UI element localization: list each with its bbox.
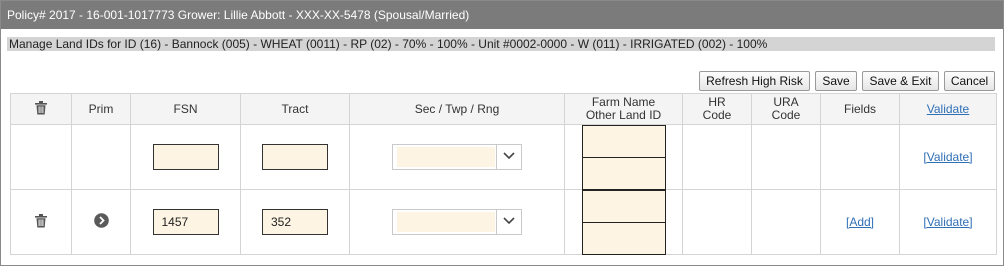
other-land-id-input[interactable] — [582, 157, 666, 190]
save-button[interactable]: Save — [815, 71, 857, 91]
validate-row-link[interactable]: [Validate] — [923, 215, 972, 229]
dropdown-toggle[interactable] — [496, 145, 521, 169]
trash-icon[interactable] — [35, 213, 47, 231]
dialog-title: Policy# 2017 - 16-001-1017773 Grower: Li… — [1, 1, 1003, 29]
table-header-row: Prim FSN Tract Sec / Twp / Rng Farm Name… — [10, 93, 997, 125]
land-id-table: Prim FSN Tract Sec / Twp / Rng Farm Name… — [10, 93, 997, 255]
other-land-id-label: Other Land ID — [585, 108, 662, 122]
table-row: [Add] [Validate] — [10, 189, 997, 255]
hr-code-column-header: HR Code — [682, 93, 752, 125]
other-land-id-input[interactable] — [582, 222, 666, 255]
fields-cell — [820, 124, 900, 190]
prim-cell — [71, 124, 131, 190]
fields-cell: [Add] — [820, 189, 900, 255]
refresh-high-risk-button[interactable]: Refresh High Risk — [699, 71, 810, 91]
trash-icon — [35, 100, 47, 118]
sec-twp-rng-column-header: Sec / Twp / Rng — [349, 93, 565, 125]
farm-name-input[interactable] — [582, 190, 666, 223]
sec-twp-rng-value — [397, 212, 495, 232]
validate-row-link[interactable]: [Validate] — [923, 150, 972, 164]
hr-code-cell — [682, 124, 752, 190]
fsn-cell — [130, 189, 241, 255]
chevron-right-circle-icon[interactable] — [93, 213, 109, 231]
fsn-input[interactable] — [152, 209, 219, 235]
fsn-column-header: FSN — [130, 93, 241, 125]
add-fields-link[interactable]: [Add] — [846, 215, 874, 229]
table-row: [Validate] — [10, 124, 997, 190]
sec-twp-rng-select[interactable] — [392, 209, 522, 235]
manage-land-ids-dialog: Policy# 2017 - 16-001-1017773 Grower: Li… — [0, 0, 1004, 266]
farm-name-column-header: Farm Name Other Land ID — [564, 93, 683, 125]
validate-cell: [Validate] — [899, 189, 997, 255]
fsn-cell — [130, 124, 241, 190]
fsn-input[interactable] — [152, 144, 219, 170]
prim-column-header: Prim — [71, 93, 131, 125]
delete-column-header — [10, 93, 72, 125]
ura-code-label-line2: Code — [771, 108, 801, 122]
sec-twp-rng-value — [397, 147, 495, 167]
cancel-button[interactable]: Cancel — [944, 71, 995, 91]
tract-cell — [240, 189, 350, 255]
sec-twp-rng-select[interactable] — [392, 144, 522, 170]
ura-code-column-header: URA Code — [751, 93, 821, 125]
delete-cell — [10, 124, 72, 190]
validate-column-header[interactable]: Validate — [899, 93, 997, 125]
hr-code-label-line2: Code — [702, 108, 732, 122]
farm-name-cell — [564, 124, 683, 190]
delete-cell — [10, 189, 72, 255]
fields-column-header: Fields — [820, 93, 900, 125]
prim-cell — [71, 189, 131, 255]
dialog-subtitle: Manage Land IDs for ID (16) - Bannock (0… — [7, 37, 995, 51]
sec-twp-rng-cell — [349, 189, 565, 255]
sec-twp-rng-cell — [349, 124, 565, 190]
hr-code-cell — [682, 189, 752, 255]
save-and-exit-button[interactable]: Save & Exit — [862, 71, 939, 91]
tract-input[interactable] — [262, 209, 328, 235]
tract-column-header: Tract — [240, 93, 350, 125]
dropdown-toggle[interactable] — [496, 210, 521, 234]
validate-all-link[interactable]: Validate — [927, 102, 969, 116]
ura-code-cell — [751, 124, 821, 190]
tract-input[interactable] — [262, 144, 328, 170]
farm-name-input[interactable] — [582, 125, 666, 158]
validate-cell: [Validate] — [899, 124, 997, 190]
farm-name-cell — [564, 189, 683, 255]
tract-cell — [240, 124, 350, 190]
ura-code-cell — [751, 189, 821, 255]
